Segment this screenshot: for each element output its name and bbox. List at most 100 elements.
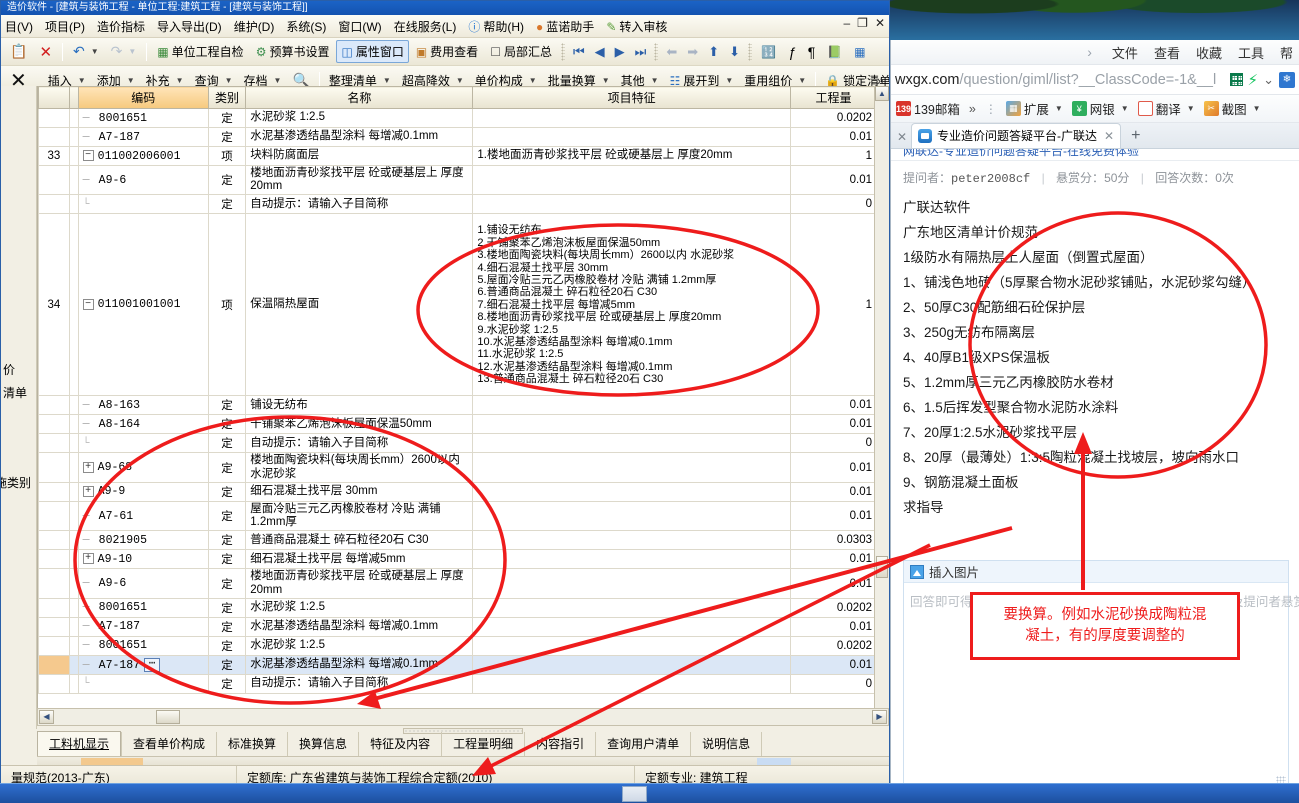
cell-code[interactable]: ─A8-164 <box>78 415 208 434</box>
redo-button[interactable]: ↷▼ <box>106 40 142 63</box>
table-row[interactable]: ─8001651定水泥砂浆 1:2.50.0202 <box>39 598 877 617</box>
cell-name[interactable]: 屋面冷贴三元乙丙橡胶卷材 冷贴 满铺 1.2mm厚 <box>246 501 473 530</box>
cell-name[interactable]: 水泥基渗透结晶型涂料 每增减0.1mm <box>246 617 473 636</box>
cell-quantity[interactable]: 0.01 <box>790 501 876 530</box>
cell-feature[interactable] <box>473 195 791 214</box>
cell-quantity[interactable]: 0.01 <box>790 569 876 598</box>
cell-name[interactable]: 细石混凝土找平层 每增减5mm <box>246 550 473 569</box>
col-name[interactable]: 名称 <box>246 87 473 109</box>
cell-quantity[interactable]: 0 <box>790 434 876 453</box>
cell-feature[interactable] <box>473 166 791 195</box>
partial-summary-button[interactable]: ☐ 局部汇总 <box>485 40 557 63</box>
table-row[interactable]: └定自动提示：请输入子目简称0 <box>39 195 877 214</box>
bookmark-online-bank[interactable]: ¥ 网银 ▼ <box>1072 99 1129 118</box>
cell-feature[interactable] <box>473 501 791 530</box>
col-category[interactable]: 类别 <box>208 87 245 109</box>
properties-window-button[interactable]: ◫ 属性窗口 <box>336 40 408 63</box>
bookmark-139-mail[interactable]: 139 139邮箱 <box>896 99 960 118</box>
table-row[interactable]: ─A7-61定屋面冷贴三元乙丙橡胶卷材 冷贴 满铺 1.2mm厚0.01 <box>39 501 877 530</box>
table-row[interactable]: ─A8-164定干铺聚苯乙烯泡沫板屋面保温50mm0.01 <box>39 415 877 434</box>
chevron-down-icon[interactable]: ▼ <box>1055 104 1063 113</box>
cell-feature[interactable] <box>473 617 791 636</box>
cell-feature[interactable] <box>473 396 791 415</box>
new-tab-button[interactable]: + <box>1121 127 1150 148</box>
chevron-right-icon[interactable]: › <box>1087 44 1092 60</box>
cell-quantity[interactable]: 0 <box>790 674 876 693</box>
cell-quantity[interactable]: 0.0202 <box>790 636 876 655</box>
nav-up-button[interactable]: ⬆ <box>704 43 723 61</box>
scroll-left-arrow-icon[interactable]: ◀ <box>39 710 54 724</box>
cell-quantity[interactable]: 0.01 <box>790 550 876 569</box>
cell-name[interactable]: 水泥砂浆 1:2.5 <box>246 598 473 617</box>
close-button[interactable]: ✕ <box>875 17 885 29</box>
chevron-down-icon[interactable]: ▼ <box>1121 104 1129 113</box>
cell-code[interactable]: ─A7-187 <box>78 128 208 147</box>
insert-image-icon[interactable] <box>910 565 924 579</box>
cell-quantity[interactable]: 0.01 <box>790 166 876 195</box>
table-row[interactable]: ─A7-187⋯定水泥基渗透结晶型涂料 每增减0.1mm0.01 <box>39 655 877 674</box>
menu-item-project[interactable]: 项目(P) <box>39 15 91 38</box>
table-row[interactable]: ─A8-163定铺设无纺布0.01 <box>39 396 877 415</box>
col-seq[interactable] <box>39 87 70 109</box>
bottom-tab[interactable]: 换算信息 <box>287 732 358 756</box>
table-row[interactable]: ─A7-187定水泥基渗透结晶型涂料 每增减0.1mm0.01 <box>39 128 877 147</box>
windows-taskbar[interactable] <box>0 783 1299 803</box>
bottom-tab[interactable]: 工程量明细 <box>441 732 524 756</box>
menu-item-help[interactable]: ⓘ帮助(H) <box>462 15 530 38</box>
menu-item-assistant[interactable]: ●蓝诺助手 <box>530 15 600 38</box>
browser-menu-favorites[interactable]: 收藏 <box>1196 43 1222 62</box>
bottom-tab[interactable]: 查看单价构成 <box>121 732 216 756</box>
col-quantity[interactable]: 工程量 <box>790 87 876 109</box>
bolt-icon[interactable]: ⚡ <box>1248 71 1259 89</box>
calculator-button[interactable]: 🔢 <box>756 42 781 62</box>
cell-feature[interactable]: 1.铺设无纺布2.干铺聚苯乙烯泡沫板屋面保温50mm3.楼地面陶瓷块料(每块周长… <box>473 214 791 396</box>
cell-feature[interactable] <box>473 109 791 128</box>
qr-icon[interactable] <box>1230 73 1243 86</box>
expand-expander-icon[interactable]: + <box>83 553 94 564</box>
budget-settings-button[interactable]: ⚙ 预算书设置 <box>251 40 335 63</box>
vscroll-thumb[interactable] <box>876 556 888 578</box>
grid-horizontal-scrollbar[interactable]: ◀ ▶ <box>37 708 889 726</box>
left-dock-label-price[interactable]: 价 <box>3 361 15 378</box>
scroll-up-arrow-icon[interactable]: ▲ <box>875 86 889 101</box>
table-row[interactable]: ─8001651定水泥砂浆 1:2.50.0202 <box>39 109 877 128</box>
cell-name[interactable]: 铺设无纺布 <box>246 396 473 415</box>
table-row[interactable]: └定自动提示：请输入子目简称0 <box>39 674 877 693</box>
close-icon[interactable]: ✕ <box>1104 129 1114 143</box>
table-row[interactable]: └定自动提示：请输入子目简称0 <box>39 434 877 453</box>
browser-menu-file[interactable]: 文件 <box>1112 43 1138 62</box>
cell-feature[interactable] <box>473 636 791 655</box>
table-row[interactable]: ─A7-187定水泥基渗透结晶型涂料 每增减0.1mm0.01 <box>39 617 877 636</box>
cell-code[interactable]: └ <box>78 195 208 214</box>
table-row[interactable]: ─8001651定水泥砂浆 1:2.50.0202 <box>39 636 877 655</box>
col-feature[interactable]: 项目特征 <box>473 87 791 109</box>
menu-item-maintenance[interactable]: 维护(D) <box>228 15 281 38</box>
expand-expander-icon[interactable]: + <box>83 462 94 473</box>
collapse-expander-icon[interactable]: − <box>83 150 94 161</box>
browser-address-bar[interactable]: wxgx.com/question/giml/list?__ClassCode=… <box>891 65 1299 95</box>
browser-tab-active[interactable]: 专业造价问题答疑平台-广联达 ✕ <box>911 123 1121 148</box>
left-dock-label-category[interactable]: 施类别 <box>1 474 31 491</box>
browser-menu-view[interactable]: 查看 <box>1154 43 1180 62</box>
cell-feature[interactable] <box>473 453 791 482</box>
bottom-tab[interactable]: 查询用户清单 <box>595 732 690 756</box>
cell-quantity[interactable]: 0.01 <box>790 453 876 482</box>
chevron-down-icon[interactable]: ▼ <box>1253 104 1261 113</box>
cell-feature[interactable]: 1.楼地面沥青砂浆找平层 砼或硬基层上 厚度20mm <box>473 147 791 166</box>
bottom-tab[interactable]: 标准换算 <box>216 732 287 756</box>
cell-name[interactable]: 水泥砂浆 1:2.5 <box>246 109 473 128</box>
chevron-down-icon[interactable]: ▼ <box>1187 104 1195 113</box>
delete-button[interactable]: ✕ <box>34 40 57 64</box>
cell-feature[interactable] <box>473 598 791 617</box>
cell-code[interactable]: +A9-68 <box>78 453 208 482</box>
cell-quantity[interactable]: 0 <box>790 195 876 214</box>
cell-name[interactable]: 楼地面沥青砂浆找平层 砼或硬基层上 厚度20mm <box>246 569 473 598</box>
cell-feature[interactable] <box>473 550 791 569</box>
menu-item-view[interactable]: 目(V) <box>0 15 39 38</box>
nav-next-button[interactable]: ▶ <box>611 43 629 61</box>
cell-feature[interactable] <box>473 531 791 550</box>
bottom-tab[interactable]: 说明信息 <box>690 732 762 756</box>
cell-quantity[interactable]: 0.01 <box>790 128 876 147</box>
cell-quantity[interactable]: 0.0303 <box>790 531 876 550</box>
grid-vertical-scrollbar[interactable]: ▲ ▼ <box>874 86 889 726</box>
